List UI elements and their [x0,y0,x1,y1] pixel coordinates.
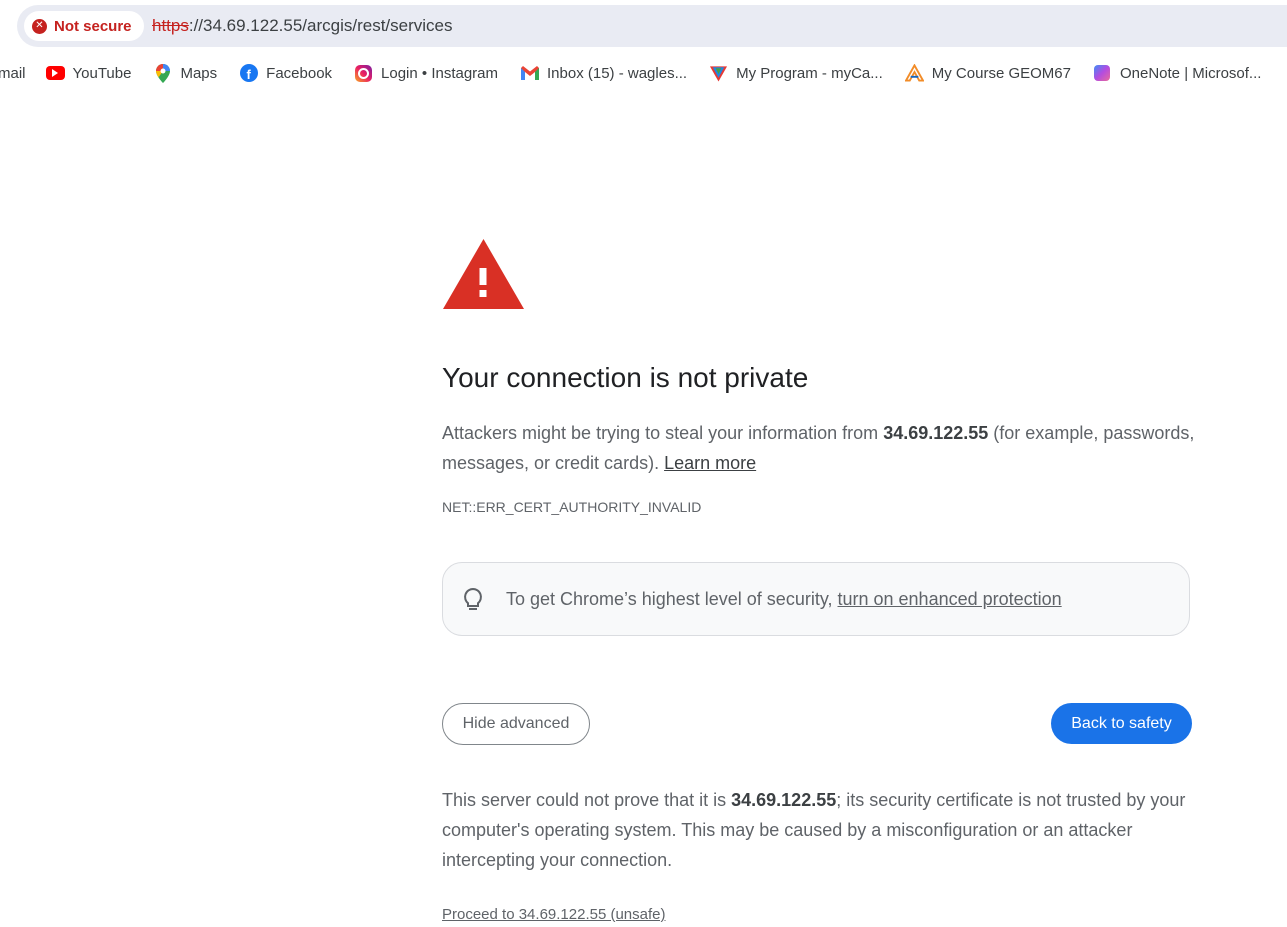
explanation-text: Attackers might be trying to steal your … [442,418,1202,478]
page-title: Your connection is not private [442,362,809,393]
error-code: NET::ERR_CERT_AUTHORITY_INVALID [442,499,702,515]
bookmark-label: OneNote | Microsof... [1119,64,1262,82]
bookmark-onenote[interactable]: OneNote | Microsof... [1093,64,1261,83]
enhanced-protection-box: To get Chrome’s highest level of securit… [442,562,1190,636]
advanced-details-text: This server could not prove that it is 3… [442,785,1202,875]
bookmark-label: Inbox (15) - wagles... [547,64,688,82]
bookmark-maps[interactable]: Maps [153,63,218,83]
bookmark-facebook[interactable]: f Facebook [239,64,332,83]
lightbulb-icon [462,587,484,618]
facebook-icon: f [239,64,258,83]
mycampus-icon [709,64,728,83]
bookmark-my-course[interactable]: My Course GEOM67 [904,64,1071,83]
bookmark-label: Login • Instagram [381,64,499,82]
enhanced-protection-text: To get Chrome’s highest level of securit… [506,589,1062,610]
warning-triangle-icon [442,238,525,315]
error-circle-icon: ✕ [32,18,47,34]
bookmarks-bar: mail YouTube Maps f Facebook Login • Ins… [0,58,1287,88]
youtube-icon [45,64,65,83]
bookmark-instagram[interactable]: Login • Instagram [354,64,498,83]
gmail-icon [520,64,539,83]
url-scheme: https [152,16,189,35]
maps-pin-icon [153,63,172,83]
details-host: 34.69.122.55 [731,790,837,810]
course-icon [904,64,924,83]
host-name: 34.69.122.55 [883,423,989,443]
details-prefix: This server could not prove that it is [442,790,732,810]
bookmark-label: mail [0,64,26,82]
bookmark-label: My Program - myCa... [736,64,883,82]
learn-more-link[interactable]: Learn more [664,453,756,473]
url-path: ://34.69.122.55/arcgis/rest/services [188,16,453,35]
bookmark-inbox[interactable]: Inbox (15) - wagles... [520,64,687,83]
url-text[interactable]: https://34.69.122.55/arcgis/rest/service… [152,16,453,36]
proceed-unsafe-link[interactable]: Proceed to 34.69.122.55 (unsafe) [442,906,666,923]
bookmark-youtube[interactable]: YouTube [45,64,132,83]
instagram-icon [354,64,373,83]
enhanced-protection-prefix: To get Chrome’s highest level of securit… [506,589,838,609]
bookmark-my-program[interactable]: My Program - myCa... [709,64,883,83]
hide-advanced-button[interactable]: Hide advanced [442,703,590,745]
browser-toolbar: ✕ Not secure https://34.69.122.55/arcgis… [0,0,1287,52]
bookmark-label: Maps [180,64,218,82]
security-chip[interactable]: ✕ Not secure [24,11,144,41]
bookmark-gmail[interactable]: mail [0,65,26,82]
onenote-icon [1093,64,1112,83]
bookmark-label: YouTube [72,64,132,82]
explanation-prefix: Attackers might be trying to steal your … [442,423,884,443]
bookmark-label: Facebook [266,64,333,82]
back-to-safety-button[interactable]: Back to safety [1051,703,1192,744]
security-label: Not secure [54,17,132,35]
address-bar[interactable]: ✕ Not secure https://34.69.122.55/arcgis… [17,5,1287,47]
enhanced-protection-link[interactable]: turn on enhanced protection [838,589,1062,609]
bookmark-label: My Course GEOM67 [931,64,1071,82]
